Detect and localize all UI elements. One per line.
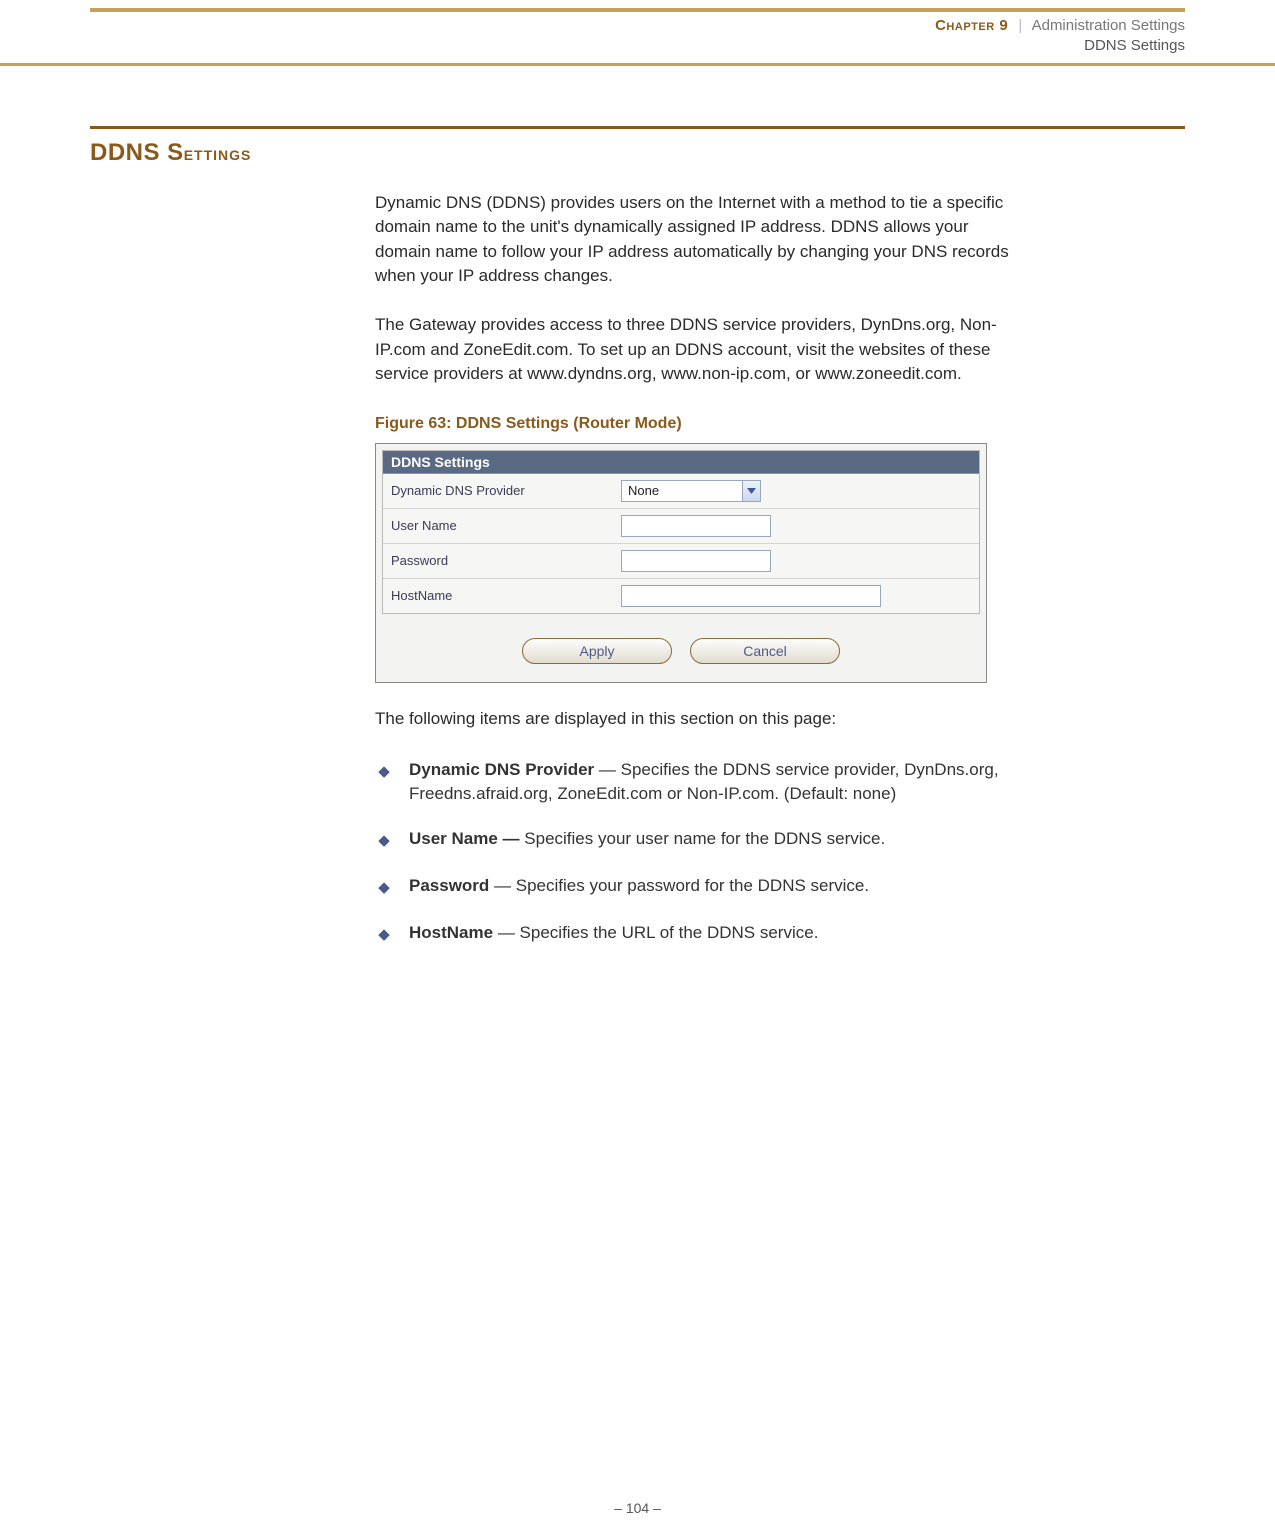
list-item-text: Password — Specifies your password for t…	[409, 874, 869, 901]
select-provider-value: None	[622, 481, 742, 501]
header-line-1: Chapter 9 | Administration Settings	[90, 16, 1185, 36]
list-item: ◆ Password — Specifies your password for…	[375, 874, 1015, 901]
label-username: User Name	[391, 518, 621, 533]
diamond-bullet-icon: ◆	[375, 758, 393, 807]
section-heading-big: DDNS S	[90, 139, 184, 166]
page-number: – 104 –	[0, 1500, 1275, 1516]
list-item-rest: — Specifies your password for the DDNS s…	[489, 876, 869, 895]
paragraph-1: Dynamic DNS (DDNS) provides users on the…	[375, 191, 1015, 290]
figure-button-row: Apply Cancel	[376, 620, 986, 668]
list-item-rest: — Specifies the URL of the DDNS service.	[493, 923, 818, 942]
label-hostname: HostName	[391, 588, 621, 603]
select-provider[interactable]: None	[621, 480, 761, 502]
diamond-bullet-icon: ◆	[375, 874, 393, 901]
input-password[interactable]	[621, 550, 771, 572]
section-heading-small: ettings	[184, 143, 252, 165]
item-list: ◆ Dynamic DNS Provider — Specifies the D…	[375, 758, 1015, 948]
list-item-text: User Name — Specifies your user name for…	[409, 827, 885, 854]
list-item-text: HostName — Specifies the URL of the DDNS…	[409, 921, 818, 948]
figure-ddns-settings: DDNS Settings Dynamic DNS Provider None …	[375, 443, 987, 683]
list-item: ◆ Dynamic DNS Provider — Specifies the D…	[375, 758, 1015, 807]
paragraph-2: The Gateway provides access to three DDN…	[375, 313, 1015, 387]
header-separator: |	[1018, 17, 1022, 34]
row-hostname: HostName	[383, 579, 979, 613]
figure-caption: Figure 63: DDNS Settings (Router Mode)	[375, 415, 1015, 433]
apply-button[interactable]: Apply	[522, 638, 672, 664]
figure-titlebar: DDNS Settings	[383, 451, 979, 474]
header-right-text: Administration Settings	[1032, 17, 1185, 34]
header-under-rule	[0, 63, 1275, 66]
cancel-button[interactable]: Cancel	[690, 638, 840, 664]
label-password: Password	[391, 553, 621, 568]
section-rule	[90, 126, 1185, 129]
row-username: User Name	[383, 509, 979, 544]
input-hostname[interactable]	[621, 585, 881, 607]
header-line-2: DDNS Settings	[90, 36, 1185, 56]
paragraph-3: The following items are displayed in thi…	[375, 707, 1015, 732]
row-password: Password	[383, 544, 979, 579]
top-rule	[90, 8, 1185, 12]
label-provider: Dynamic DNS Provider	[391, 483, 621, 498]
list-item: ◆ HostName — Specifies the URL of the DD…	[375, 921, 1015, 948]
page-header: Chapter 9 | Administration Settings DDNS…	[90, 16, 1185, 57]
diamond-bullet-icon: ◆	[375, 921, 393, 948]
input-username[interactable]	[621, 515, 771, 537]
list-item-term: Password	[409, 876, 489, 895]
list-item-rest: Specifies your user name for the DDNS se…	[520, 829, 886, 848]
list-item-text: Dynamic DNS Provider — Specifies the DDN…	[409, 758, 1015, 807]
list-item-term: Dynamic DNS Provider	[409, 760, 594, 779]
list-item-term: User Name —	[409, 829, 520, 848]
row-provider: Dynamic DNS Provider None	[383, 474, 979, 509]
list-item: ◆ User Name — Specifies your user name f…	[375, 827, 1015, 854]
chapter-label: Chapter 9	[935, 17, 1008, 34]
chevron-down-icon[interactable]	[742, 481, 760, 501]
list-item-term: HostName	[409, 923, 493, 942]
section-heading: DDNS Settings	[90, 139, 1185, 167]
diamond-bullet-icon: ◆	[375, 827, 393, 854]
